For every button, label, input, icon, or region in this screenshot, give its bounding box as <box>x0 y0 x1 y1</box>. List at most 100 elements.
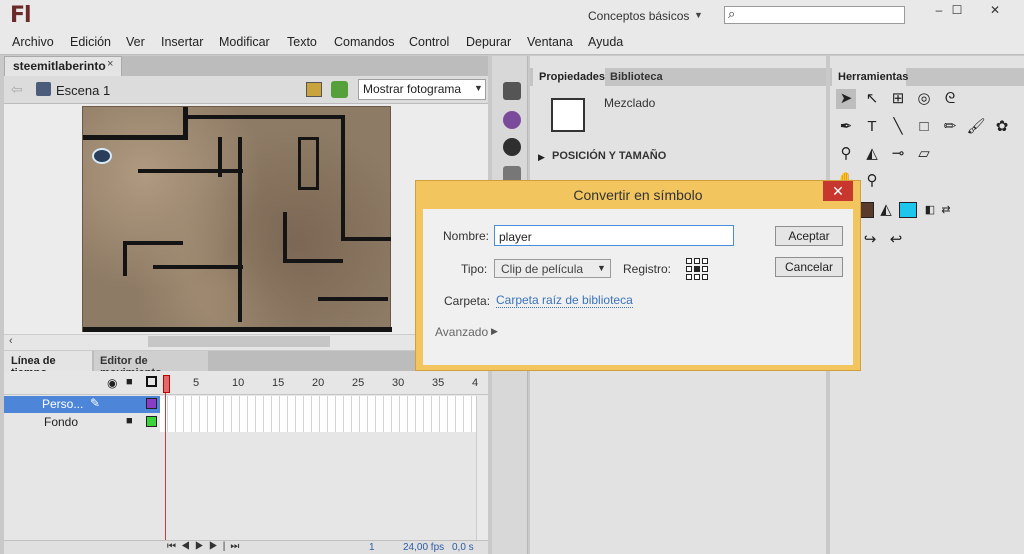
layer-color-icon[interactable] <box>146 398 157 409</box>
edit-symbols-icon[interactable] <box>306 82 322 97</box>
frame-number: 5 <box>193 377 200 389</box>
snap-to-objects-icon[interactable]: ↪ <box>860 230 880 250</box>
scrollbar-thumb[interactable] <box>148 336 330 347</box>
player-sprite[interactable] <box>92 148 112 164</box>
menu-comandos[interactable]: Comandos <box>334 35 394 49</box>
align-panel-icon[interactable] <box>503 82 521 100</box>
maze-stage-image[interactable] <box>82 106 392 332</box>
registration-point-selected[interactable] <box>694 266 700 272</box>
color-panel-icon[interactable] <box>503 111 521 129</box>
chevron-down-icon[interactable]: ▼ <box>597 263 606 273</box>
position-size-section[interactable]: POSICIÓN Y TAMAÑO <box>552 150 666 162</box>
symbol-type-select[interactable]: Clip de película <box>494 259 611 278</box>
type-label: Tipo: <box>461 262 488 276</box>
ok-button[interactable]: Aceptar <box>775 226 843 246</box>
3d-rotation-tool-icon[interactable]: ◎ <box>914 89 934 109</box>
symbol-name-input[interactable] <box>494 225 734 246</box>
lock-icon[interactable]: ■ <box>126 415 133 427</box>
playback-controls-icon[interactable]: ⏮◀▶▶|⏭ <box>167 541 244 552</box>
dialog-close-button[interactable]: ✕ <box>823 181 853 201</box>
chevron-right-icon[interactable]: ▶ <box>491 326 498 337</box>
default-colors-icon[interactable]: ⇄ <box>936 200 956 220</box>
eraser-tool-icon[interactable]: ▱ <box>914 144 934 164</box>
straighten-icon[interactable]: ↩ <box>886 230 906 250</box>
layer-color-icon[interactable] <box>146 416 157 427</box>
registration-point[interactable] <box>702 258 708 264</box>
eye-icon[interactable]: ◉ <box>107 376 117 390</box>
tab-library[interactable]: Biblioteca <box>605 68 665 86</box>
back-arrow-icon[interactable]: ⇦ <box>11 81 23 98</box>
timeline-header <box>4 372 488 395</box>
menu-ayuda[interactable]: Ayuda <box>588 35 623 49</box>
menu-insertar[interactable]: Insertar <box>161 35 203 49</box>
chevron-down-icon[interactable]: ▼ <box>474 83 483 93</box>
cancel-button[interactable]: Cancelar <box>775 257 843 277</box>
lasso-tool-icon[interactable]: ᘓ <box>940 89 960 109</box>
registration-point[interactable] <box>702 274 708 280</box>
scene-label: Escena 1 <box>56 83 111 98</box>
menu-modificar[interactable]: Modificar <box>219 35 270 49</box>
subselection-tool-icon[interactable]: ↖ <box>862 89 882 109</box>
registration-point[interactable] <box>694 258 700 264</box>
pen-tool-icon[interactable]: ✒ <box>836 117 856 137</box>
name-label: Nombre: <box>443 229 490 243</box>
scroll-left-icon[interactable]: ‹ <box>9 335 13 347</box>
chevron-right-icon[interactable]: ▶ <box>538 152 545 163</box>
text-tool-icon[interactable]: T <box>862 117 882 137</box>
registration-point[interactable] <box>686 266 692 272</box>
frame-number: 30 <box>392 377 405 389</box>
menu-edicion[interactable]: Edición <box>70 35 111 49</box>
lock-icon[interactable]: ■ <box>126 376 133 388</box>
registration-point[interactable] <box>702 266 708 272</box>
eyedropper-tool-icon[interactable]: ⊸ <box>888 144 908 164</box>
outline-icon[interactable] <box>146 376 157 387</box>
tab-timeline[interactable]: Línea de tiempo <box>4 351 92 379</box>
menu-control[interactable]: Control <box>409 35 449 49</box>
registration-point[interactable] <box>686 258 692 264</box>
workspace-switcher[interactable]: Conceptos básicos <box>588 9 689 23</box>
tab-tools[interactable]: Herramientas <box>832 68 908 86</box>
layer-name[interactable]: Fondo <box>44 415 78 429</box>
document-tab[interactable]: steemitlaberinto <box>4 56 122 76</box>
registration-point[interactable] <box>694 274 700 280</box>
search-input[interactable] <box>724 6 905 24</box>
timeline-scrollbar[interactable] <box>476 396 488 544</box>
line-tool-icon[interactable]: ╲ <box>888 117 908 137</box>
maximize-button[interactable]: ☐ <box>940 0 974 20</box>
menu-archivo[interactable]: Archivo <box>12 35 54 49</box>
zoom-tool-icon[interactable]: ⚲ <box>862 171 882 191</box>
brush-tool-icon[interactable]: 🖌 <box>966 117 986 137</box>
info-panel-icon[interactable] <box>503 138 521 156</box>
layer-row-fondo[interactable]: Fondo ■ <box>4 414 160 431</box>
menu-ventana[interactable]: Ventana <box>527 35 573 49</box>
free-transform-tool-icon[interactable]: ⊞ <box>888 89 908 109</box>
selection-tool-icon[interactable]: ➤ <box>836 89 856 109</box>
layer-row-personaje[interactable]: Perso... ✎ <box>4 396 160 413</box>
tab-motion-editor[interactable]: Editor de movimiento <box>94 351 208 379</box>
zoom-select[interactable]: Mostrar fotograma <box>358 79 486 100</box>
tab-properties[interactable]: Propiedades <box>533 68 605 86</box>
menu-texto[interactable]: Texto <box>287 35 317 49</box>
pencil-tool-icon[interactable]: ✏ <box>940 117 960 137</box>
paint-bucket-tool-icon[interactable]: ◭ <box>862 144 882 164</box>
registration-point[interactable] <box>686 274 692 280</box>
layer-name[interactable]: Perso... <box>42 397 83 411</box>
frame-rate[interactable]: 24,00 fps <box>403 542 444 553</box>
frames-grid[interactable] <box>160 396 476 432</box>
rectangle-tool-icon[interactable]: □ <box>914 117 934 137</box>
chevron-down-icon[interactable]: ▼ <box>694 10 703 20</box>
folder-link[interactable]: Carpeta raíz de biblioteca <box>496 293 633 308</box>
bone-tool-icon[interactable]: ⚲ <box>836 144 856 164</box>
deco-tool-icon[interactable]: ✿ <box>992 117 1012 137</box>
menu-depurar[interactable]: Depurar <box>466 35 511 49</box>
fill-color-swatch[interactable] <box>899 202 917 218</box>
dialog-title: Convertir en símbolo <box>573 187 703 203</box>
current-frame[interactable]: 1 <box>369 542 375 553</box>
advanced-toggle[interactable]: Avanzado <box>435 325 488 339</box>
close-icon[interactable]: × <box>107 58 113 70</box>
edit-scene-icon[interactable] <box>331 81 348 98</box>
playhead[interactable] <box>163 375 170 393</box>
registration-grid[interactable] <box>686 258 708 280</box>
close-window-button[interactable]: ✕ <box>978 0 1012 20</box>
menu-ver[interactable]: Ver <box>126 35 145 49</box>
